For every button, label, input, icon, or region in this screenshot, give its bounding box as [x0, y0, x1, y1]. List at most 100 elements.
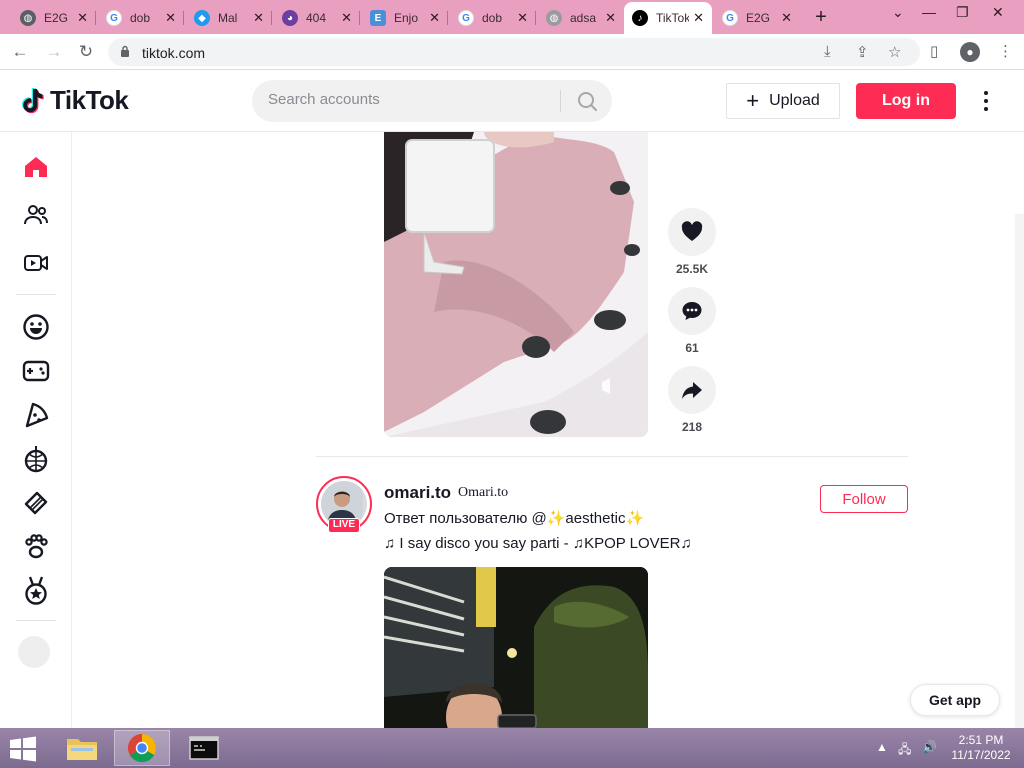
- get-app-button[interactable]: Get app: [910, 684, 1000, 716]
- comment-count: 61: [685, 341, 699, 355]
- close-window-icon[interactable]: ✕: [992, 4, 1004, 21]
- close-tab-icon[interactable]: ✕: [341, 10, 352, 26]
- tab-search-icon[interactable]: ⌄: [892, 4, 904, 21]
- browser-tab[interactable]: G dob ✕: [450, 2, 536, 34]
- address-bar[interactable]: tiktok.com ⤓ ⇪ ☆: [108, 38, 920, 66]
- browser-toolbar: ← → ↻ tiktok.com ⤓ ⇪ ☆ ▯ ● ⋮: [0, 34, 1024, 70]
- back-icon[interactable]: ←: [10, 42, 30, 62]
- close-tab-icon[interactable]: ✕: [605, 10, 616, 26]
- url-text: tiktok.com: [142, 45, 206, 61]
- tab-title: dob: [482, 11, 503, 25]
- home-icon: [25, 157, 47, 177]
- tab-title: E2G: [746, 11, 771, 25]
- close-tab-icon[interactable]: ✕: [429, 10, 440, 26]
- tiktok-logo[interactable]: TikTok: [20, 85, 129, 116]
- close-tab-icon[interactable]: ✕: [165, 10, 176, 26]
- comment-button[interactable]: [668, 287, 716, 335]
- share-icon[interactable]: ⇪: [856, 43, 869, 61]
- gaming-icon: [22, 360, 50, 382]
- sidebar-item-dance[interactable]: [16, 441, 56, 477]
- sidebar-divider: [16, 294, 56, 295]
- browser-menu-icon[interactable]: ⋮: [998, 42, 1013, 60]
- browser-tab-active[interactable]: ♪ TikTok ✕: [624, 2, 712, 34]
- sidebar-item-sports[interactable]: [16, 573, 56, 609]
- forward-icon[interactable]: →: [44, 42, 64, 62]
- tab-title: dob: [130, 11, 151, 25]
- share-action: 218: [668, 366, 716, 434]
- avatar-placeholder: [18, 636, 50, 668]
- tab-title: 404: [306, 11, 327, 25]
- comment-action: 61: [668, 287, 716, 355]
- sidebar-item-gaming[interactable]: [16, 353, 56, 389]
- avatar-photo: [321, 481, 363, 523]
- browser-tab[interactable]: G dob ✕: [98, 2, 184, 34]
- upload-label: Upload: [769, 92, 820, 109]
- close-tab-icon[interactable]: ✕: [77, 10, 88, 26]
- comment-icon: [682, 302, 702, 320]
- search-icon[interactable]: [570, 88, 604, 114]
- video-thumbnail: [384, 132, 648, 437]
- follow-button[interactable]: Follow: [820, 485, 908, 513]
- system-clock[interactable]: 2:51 PM 11/17/2022: [944, 733, 1018, 763]
- page-scrollbar[interactable]: [1015, 214, 1024, 728]
- like-button[interactable]: [668, 208, 716, 256]
- sidebar-item-live[interactable]: [16, 245, 56, 281]
- author-username[interactable]: omari.to: [384, 483, 451, 503]
- close-tab-icon[interactable]: ✕: [693, 10, 704, 26]
- lock-icon: [121, 45, 129, 57]
- minimize-icon[interactable]: —: [922, 4, 936, 20]
- browser-tab[interactable]: E Enjo ✕: [362, 2, 448, 34]
- like-action: 25.5K: [668, 208, 716, 276]
- sidebar-item-animals[interactable]: [16, 529, 56, 565]
- video-player[interactable]: [384, 132, 648, 437]
- author-nickname[interactable]: Omari.to: [458, 485, 508, 501]
- app-icon: ◕: [282, 10, 298, 26]
- tiktok-icon: ♪: [632, 10, 648, 26]
- search-input[interactable]: [268, 91, 548, 108]
- bookmark-star-icon[interactable]: ☆: [888, 43, 901, 61]
- video-thumbnail: [384, 567, 648, 728]
- google-icon: G: [106, 10, 122, 26]
- more-options-icon[interactable]: [976, 88, 996, 114]
- video-player[interactable]: [384, 567, 648, 728]
- clock-time: 2:51 PM: [958, 733, 1004, 747]
- browser-tab[interactable]: ◕ 404 ✕: [274, 2, 360, 34]
- get-app-label: Get app: [928, 692, 982, 708]
- upload-button[interactable]: + Upload: [726, 83, 840, 119]
- sidebar-item-following[interactable]: [16, 197, 56, 233]
- file-explorer-taskbar-button[interactable]: [54, 730, 110, 766]
- reload-icon[interactable]: ↻: [76, 42, 96, 62]
- chrome-taskbar-button[interactable]: [114, 730, 170, 766]
- close-tab-icon[interactable]: ✕: [781, 10, 792, 26]
- close-tab-icon[interactable]: ✕: [517, 10, 528, 26]
- volume-icon[interactable]: 🔊: [922, 740, 937, 754]
- close-tab-icon[interactable]: ✕: [253, 10, 264, 26]
- sidebar-item-home[interactable]: [16, 149, 56, 185]
- show-hidden-icons-icon[interactable]: ▲: [876, 740, 888, 754]
- browser-tab[interactable]: ◍ E2G ✕: [12, 2, 96, 34]
- browser-tab[interactable]: ◆ Mal ✕: [186, 2, 272, 34]
- tab-title: Mal: [218, 11, 238, 25]
- new-tab-button[interactable]: +: [810, 6, 832, 29]
- install-icon[interactable]: ⤓: [824, 43, 831, 60]
- terminal-taskbar-button[interactable]: [176, 730, 232, 766]
- sidebar-item-food[interactable]: [16, 397, 56, 433]
- windows-start-icon[interactable]: [8, 736, 38, 762]
- profile-icon[interactable]: ●: [960, 42, 980, 62]
- live-badge: LIVE: [328, 518, 360, 533]
- network-icon[interactable]: 🖧: [898, 740, 911, 761]
- animals-icon: [25, 534, 48, 559]
- dance-icon: [24, 446, 48, 473]
- restore-icon[interactable]: ❐: [956, 4, 969, 21]
- post-caption: Ответ пользователю @✨aesthetic✨: [384, 510, 645, 527]
- browser-tab[interactable]: G E2G ✕: [714, 2, 800, 34]
- share-button[interactable]: [668, 366, 716, 414]
- sports-icon: [25, 576, 47, 605]
- login-button[interactable]: Log in: [856, 83, 956, 119]
- sidebar-item-comedy[interactable]: [16, 309, 56, 345]
- music-link[interactable]: ♫ I say disco you say parti - ♫KPOP LOVE…: [384, 535, 692, 552]
- sidebar-item-beauty[interactable]: [16, 485, 56, 521]
- browser-tab[interactable]: ◍ adsa ✕: [538, 2, 624, 34]
- side-panel-icon[interactable]: ▯: [930, 42, 938, 60]
- browser-tab-strip: ◍ E2G ✕ G dob ✕ ◆ Mal ✕ ◕ 404 ✕ E Enjo ✕…: [0, 0, 1024, 34]
